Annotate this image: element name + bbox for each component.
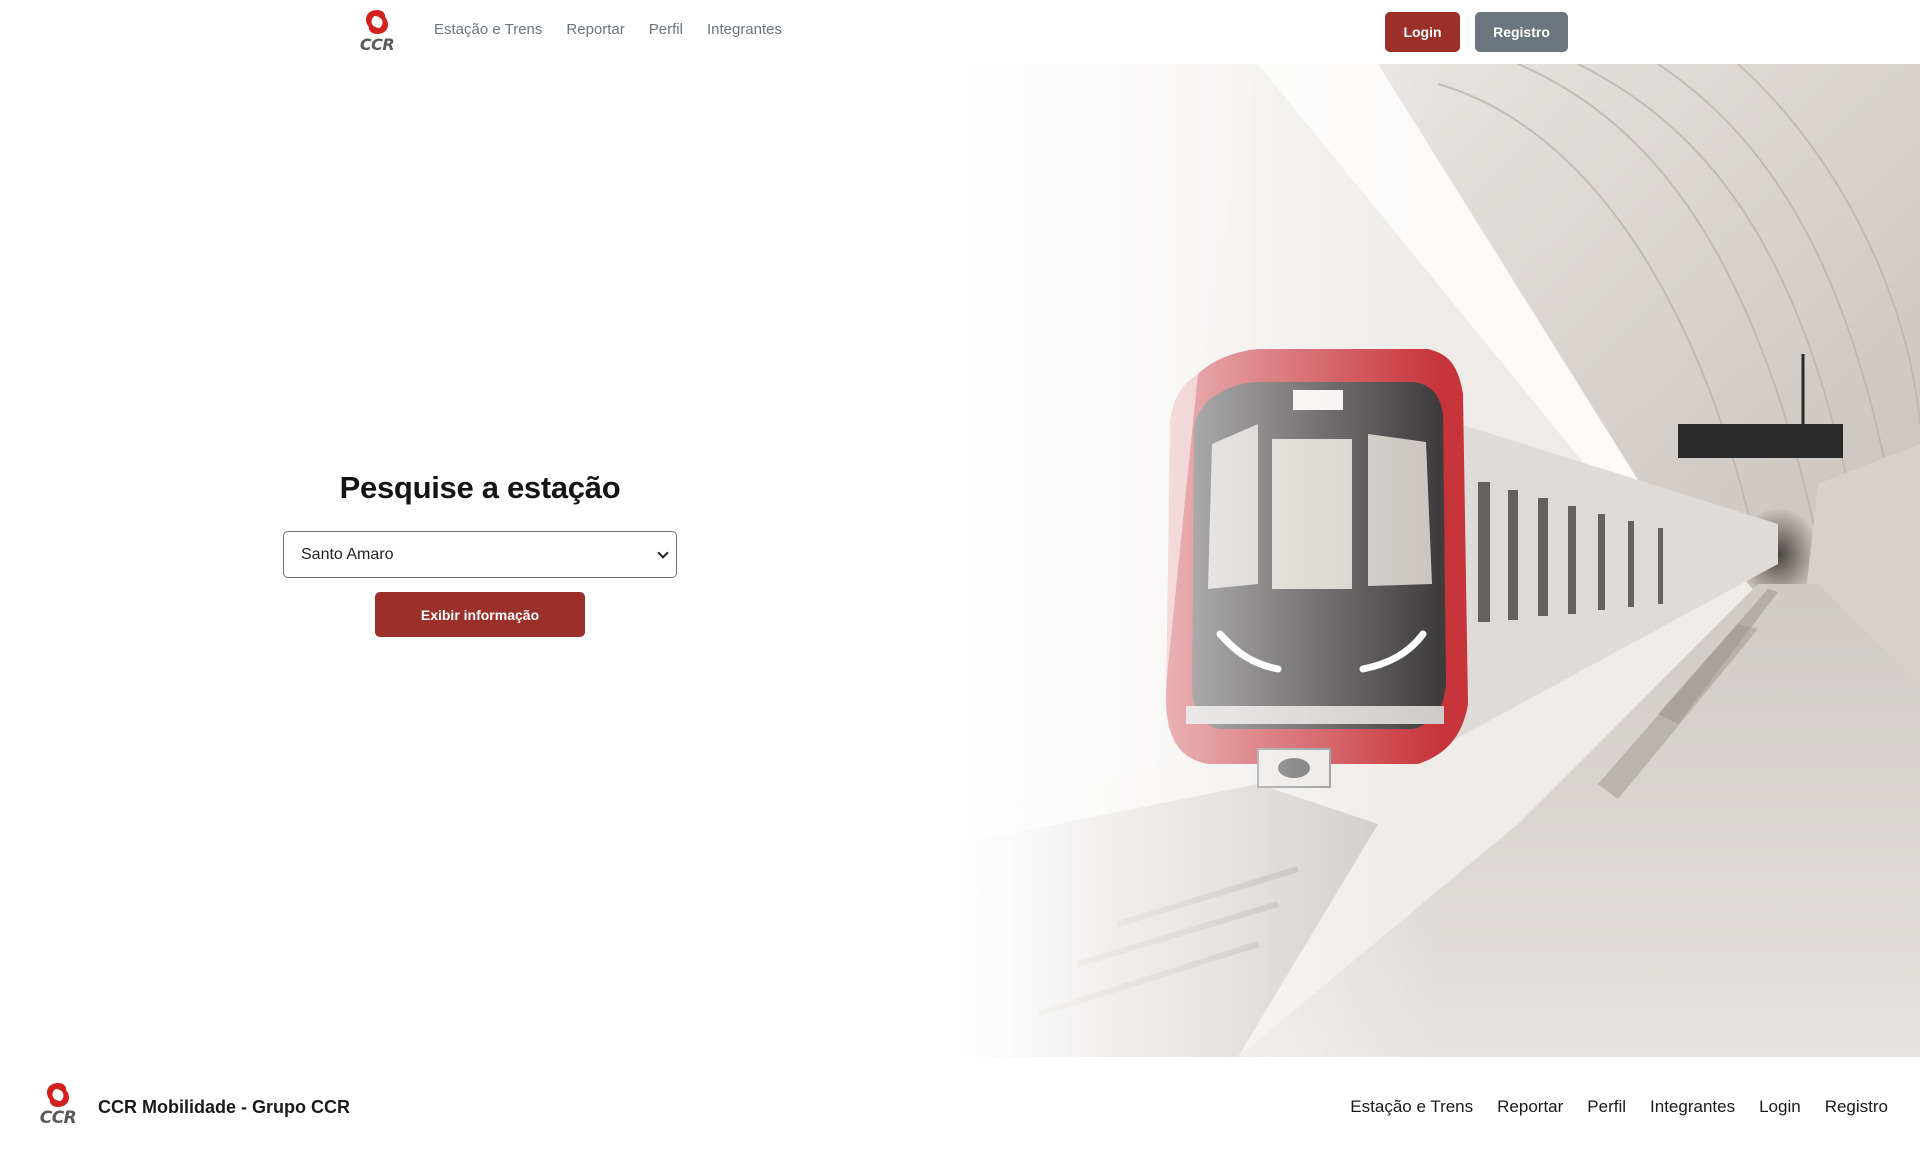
- subway-train-illustration: [958, 64, 1920, 1057]
- ccr-swirl-icon: [47, 1083, 69, 1107]
- footer-link-registro[interactable]: Registro: [1825, 1097, 1888, 1117]
- nav-reportar[interactable]: Reportar: [566, 21, 624, 38]
- logo-text: CCR: [359, 35, 395, 54]
- top-navbar: CCR Estação e Trens Reportar Perfil Inte…: [0, 0, 1920, 64]
- nav-perfil[interactable]: Perfil: [649, 21, 683, 38]
- footer-link-perfil[interactable]: Perfil: [1587, 1097, 1626, 1117]
- station-select[interactable]: Santo Amaro: [283, 531, 677, 578]
- footer-link-integrantes[interactable]: Integrantes: [1650, 1097, 1735, 1117]
- ccr-swirl-icon: [366, 10, 388, 34]
- nav-integrantes[interactable]: Integrantes: [707, 21, 782, 38]
- footer-nav: Estação e Trens Reportar Perfil Integran…: [1326, 1097, 1888, 1117]
- station-select-value: Santo Amaro: [301, 546, 394, 563]
- station-search: Pesquise a estação Santo Amaro Exibir in…: [283, 470, 677, 637]
- login-button[interactable]: Login: [1385, 12, 1460, 52]
- footer-logo-text: CCR: [39, 1108, 77, 1128]
- ccr-logo[interactable]: CCR: [356, 8, 398, 53]
- footer: CCR CCR Mobilidade - Grupo CCR Estação e…: [0, 1057, 1920, 1155]
- footer-ccr-logo[interactable]: CCR: [38, 1081, 78, 1127]
- footer-brand: CCR Mobilidade - Grupo CCR: [98, 1097, 350, 1117]
- search-title: Pesquise a estação: [339, 470, 621, 505]
- nav-estacao-trens[interactable]: Estação e Trens: [434, 21, 542, 38]
- registro-button[interactable]: Registro: [1475, 12, 1568, 52]
- chevron-down-icon: [657, 547, 669, 559]
- footer-link-reportar[interactable]: Reportar: [1497, 1097, 1563, 1117]
- hero-train-image: [958, 64, 1920, 1057]
- main-nav: Estação e Trens Reportar Perfil Integran…: [434, 21, 806, 38]
- footer-link-login[interactable]: Login: [1759, 1097, 1801, 1117]
- exibir-informacao-button[interactable]: Exibir informação: [375, 592, 585, 637]
- footer-link-estacao-trens[interactable]: Estação e Trens: [1350, 1097, 1473, 1117]
